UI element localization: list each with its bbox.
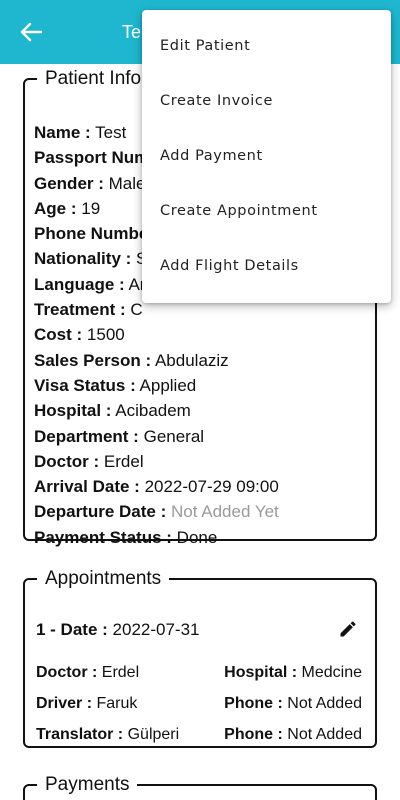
info-value: Done [176, 527, 218, 547]
info-row-visa-status: Visa Status : Applied [34, 373, 374, 398]
patient-info-legend: Patient Info [45, 68, 142, 89]
menu-item-create-appointment[interactable]: Create Appointment [142, 184, 391, 239]
info-label: Hospital : [34, 401, 112, 421]
info-label: Age : [34, 198, 77, 218]
info-row-doctor: Doctor : Erdel [34, 449, 374, 474]
info-row-cost: Cost : 1500 [34, 322, 374, 347]
info-value: Male [108, 173, 146, 193]
options-menu: Edit Patient Create Invoice Add Payment … [142, 10, 391, 303]
info-value: Acibadem [115, 401, 191, 421]
appointment-date: 1 - Date : 2022-07-31 [36, 620, 200, 640]
info-label: Sales Person : [34, 350, 152, 370]
phone-label: Phone : [224, 695, 283, 712]
info-value: 1500 [86, 325, 125, 345]
info-value: Applied [139, 375, 197, 395]
info-row-departure-date: Departure Date : Not Added Yet [34, 499, 374, 524]
translator-label: Translator : [36, 726, 124, 743]
info-label: Payment Status : [34, 527, 172, 547]
driver-value: Faruk [96, 695, 138, 712]
hospital-label: Hospital : [224, 664, 298, 681]
info-row-department: Department : General [34, 424, 374, 449]
appointment-driver-phone: Phone : Not Added [224, 695, 362, 713]
info-label: Cost : [34, 325, 83, 345]
doctor-label: Doctor : [36, 664, 98, 681]
hospital-value: Medcine [301, 664, 362, 681]
menu-item-create-invoice[interactable]: Create Invoice [142, 74, 391, 129]
info-row-sales-person: Sales Person : Abdulaziz [34, 348, 374, 373]
info-value: C [130, 300, 143, 320]
appointment-translator: Translator : Gülperi [36, 726, 179, 744]
info-label: Department : [34, 426, 139, 446]
appointment-translator-phone: Phone : Not Added [224, 726, 362, 744]
info-label: Nationality : [34, 249, 132, 269]
pencil-icon [340, 621, 356, 637]
info-label: Language : [34, 274, 125, 294]
info-value: 19 [81, 198, 101, 218]
info-label: Gender : [34, 173, 104, 193]
info-label: Visa Status : [34, 375, 136, 395]
menu-item-add-payment[interactable]: Add Payment [142, 129, 391, 184]
menu-item-add-flight-details[interactable]: Add Flight Details [142, 239, 391, 294]
info-label: Treatment : [34, 300, 126, 320]
info-row-hospital: Hospital : Acibadem [34, 398, 374, 423]
payments-legend: Payments [45, 774, 130, 795]
appointment-driver: Driver : Faruk [36, 695, 137, 713]
appointment-date-value: 2022-07-31 [112, 620, 200, 639]
payments-card: Payments [23, 774, 377, 800]
info-label: Departure Date : [34, 502, 167, 522]
appointment-doctor: Doctor : Erdel [36, 664, 139, 682]
driver-label: Driver : [36, 695, 93, 712]
info-label: Doctor : [34, 451, 100, 471]
info-row-arrival-date: Arrival Date : 2022-07-29 09:00 [34, 474, 374, 499]
menu-item-edit-patient[interactable]: Edit Patient [142, 19, 391, 74]
appointments-card: Appointments 1 - Date : 2022-07-31 Docto… [23, 568, 377, 748]
phone-label: Phone : [224, 726, 283, 743]
info-value: Abdulaziz [154, 350, 229, 370]
appointment-date-label: 1 - Date : [36, 620, 108, 639]
info-row-payment-status: Payment Status : Done [34, 525, 374, 550]
appointment-hospital: Hospital : Medcine [224, 664, 362, 682]
info-value: Not Added Yet [171, 502, 279, 522]
info-label: Name : [34, 123, 91, 142]
page-title: Te [122, 22, 142, 42]
info-value: Erdel [103, 451, 144, 471]
phone-value: Not Added [287, 695, 362, 712]
doctor-value: Erdel [101, 664, 140, 681]
info-value: 2022-07-29 09:00 [144, 477, 279, 497]
phone-value: Not Added [287, 726, 362, 743]
translator-value: Gülperi [127, 726, 180, 743]
info-value: General [143, 426, 205, 446]
arrow-left-icon [20, 22, 42, 42]
back-button[interactable] [16, 18, 46, 46]
appointments-legend: Appointments [45, 568, 162, 589]
info-label: Arrival Date : [34, 477, 140, 497]
edit-appointment-button[interactable] [335, 616, 361, 642]
info-value: Test [95, 123, 127, 142]
